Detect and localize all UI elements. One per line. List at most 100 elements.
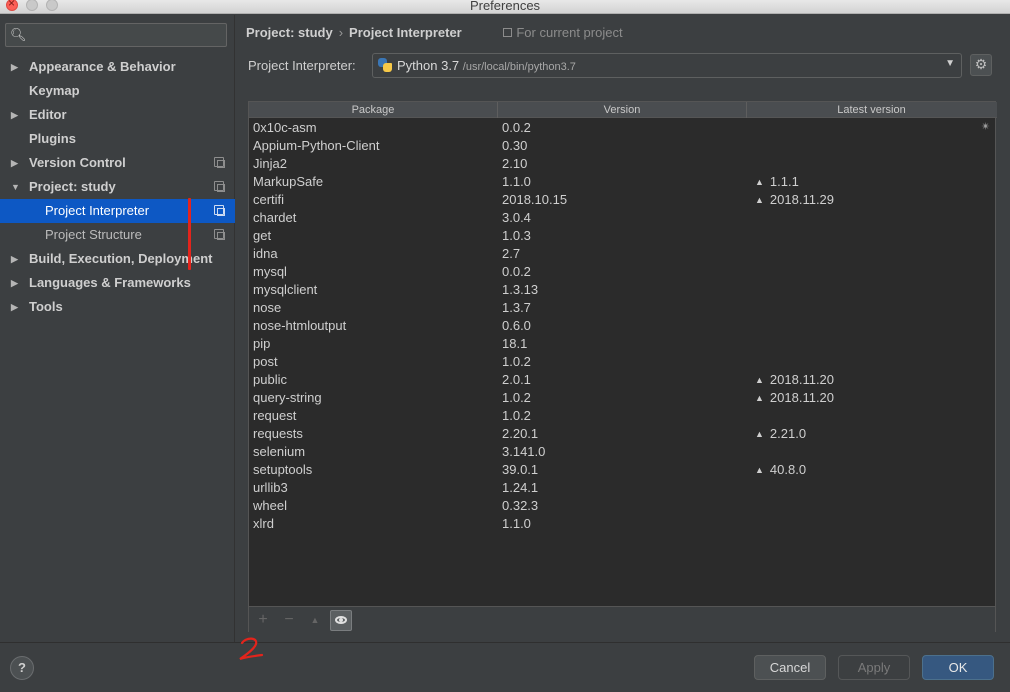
package-version: 3.0.4 xyxy=(502,210,531,225)
package-name: Appium-Python-Client xyxy=(253,138,380,153)
window-title: Preferences xyxy=(469,0,541,13)
table-row[interactable]: get 1.0.3 xyxy=(249,227,997,245)
scope-hint: For current project xyxy=(503,25,623,40)
project-scope-icon xyxy=(214,181,225,192)
search-icon[interactable]: 🔍︎ xyxy=(10,27,27,43)
package-version: 1.24.1 xyxy=(502,480,539,495)
table-row[interactable]: Jinja2 2.10 xyxy=(249,155,997,173)
table-row[interactable]: xlrd 1.1.0 xyxy=(249,515,997,533)
package-version: 0.30 xyxy=(502,138,528,153)
remove-package-button[interactable]: − xyxy=(279,610,299,630)
sidebar-item-label: Keymap xyxy=(29,83,80,98)
package-version: 1.3.7 xyxy=(502,300,531,315)
package-version: 3.141.0 xyxy=(502,444,546,459)
sidebar-item-label: Languages & Frameworks xyxy=(29,275,191,290)
column-header-package[interactable]: Package xyxy=(249,102,498,118)
search-box[interactable]: 🔍︎ xyxy=(5,23,227,47)
table-row[interactable]: setuptools 39.0.1 ▲ 40.8.0 xyxy=(249,461,997,479)
loading-spinner-icon: ✴ xyxy=(981,121,991,133)
package-name: get xyxy=(253,228,272,243)
sidebar-item-tools[interactable]: ▶ Tools xyxy=(0,295,235,319)
column-header-version[interactable]: Version xyxy=(498,102,747,118)
sidebar-item-appearance-behavior[interactable]: ▶ Appearance & Behavior xyxy=(0,55,235,79)
package-version: 1.0.2 xyxy=(502,390,531,405)
table-row[interactable]: idna 2.7 xyxy=(249,245,997,263)
show-early-releases-button[interactable] xyxy=(330,610,352,631)
table-row[interactable]: mysql 0.0.2 xyxy=(249,263,997,281)
table-row[interactable]: chardet 3.0.4 xyxy=(249,209,997,227)
table-row[interactable]: Appium-Python-Client 0.30 xyxy=(249,137,997,155)
package-name: wheel xyxy=(253,498,287,513)
upgrade-available-icon: ▲ xyxy=(755,375,764,385)
chevron-right-icon[interactable]: ▶ xyxy=(11,103,18,127)
project-scope-icon xyxy=(214,205,225,216)
ok-button[interactable]: OK xyxy=(922,655,994,680)
chevron-right-icon[interactable]: ▶ xyxy=(11,151,18,175)
table-row[interactable]: certifi 2018.10.15 ▲ 2018.11.29 xyxy=(249,191,997,209)
sidebar-item-plugins[interactable]: Plugins xyxy=(0,127,235,151)
upgrade-package-button[interactable]: ▲ xyxy=(305,610,325,630)
package-name: chardet xyxy=(253,210,297,225)
chevron-right-icon[interactable]: ▶ xyxy=(11,271,18,295)
sidebar-item-build-execution-deployment[interactable]: ▶ Build, Execution, Deployment xyxy=(0,247,235,271)
help-button[interactable]: ? xyxy=(10,656,34,680)
sidebar-item-project-interpreter[interactable]: Project Interpreter xyxy=(0,199,235,223)
table-row[interactable]: wheel 0.32.3 xyxy=(249,497,997,515)
sidebar-item-label: Editor xyxy=(29,107,67,122)
package-version: 0.0.2 xyxy=(502,264,531,279)
package-name: post xyxy=(253,354,278,369)
latest-version-value: 1.1.1 xyxy=(769,174,799,189)
sidebar-item-label: Appearance & Behavior xyxy=(29,59,176,74)
interpreter-settings-button[interactable]: ⚙ xyxy=(970,54,992,76)
package-name: selenium xyxy=(253,444,306,459)
package-version: 2.0.1 xyxy=(502,372,531,387)
search-input[interactable] xyxy=(32,26,222,44)
sidebar-item-version-control[interactable]: ▶ Version Control xyxy=(0,151,235,175)
breadcrumb-parent[interactable]: Project: study xyxy=(246,25,333,40)
table-body: 0x10c-asm 0.0.2 ✴ Appium-Python-Client 0.30 J… xyxy=(249,119,997,533)
latest-version-value: 40.8.0 xyxy=(769,462,807,477)
red-annotation-mark xyxy=(239,637,264,661)
sidebar-item-project-study[interactable]: ▼ Project: study xyxy=(0,175,235,199)
table-row[interactable]: request 1.0.2 xyxy=(249,407,997,425)
sidebar-item-languages-frameworks[interactable]: ▶ Languages & Frameworks xyxy=(0,271,235,295)
table-row[interactable]: query-string 1.0.2 ▲ 2018.11.20 xyxy=(249,389,997,407)
package-version: 0.32.3 xyxy=(502,498,539,513)
column-header-latest-version[interactable]: Latest version xyxy=(747,102,996,118)
table-row[interactable]: nose-htmloutput 0.6.0 xyxy=(249,317,997,335)
table-row[interactable]: urllib3 1.24.1 xyxy=(249,479,997,497)
sidebar-item-keymap[interactable]: Keymap xyxy=(0,79,235,103)
breadcrumb: Project: study › Project Interpreter For c… xyxy=(246,25,623,43)
table-row[interactable]: selenium 3.141.0 xyxy=(249,443,997,461)
interpreter-value: Python 3.7 /usr/local/bin/python3.7 xyxy=(397,58,576,73)
chevron-down-icon[interactable]: ▼ xyxy=(11,175,20,199)
add-package-button[interactable]: + xyxy=(253,610,273,630)
chevron-right-icon[interactable]: ▶ xyxy=(11,295,18,319)
upgrade-available-icon: ▲ xyxy=(755,177,764,187)
table-row[interactable]: MarkupSafe 1.1.0 ▲ 1.1.1 xyxy=(249,173,997,191)
table-row[interactable]: 0x10c-asm 0.0.2 ✴ xyxy=(249,119,997,137)
package-version: 18.1 xyxy=(502,336,528,351)
chevron-down-icon[interactable]: ▼ xyxy=(945,58,955,69)
sidebar-item-project-structure[interactable]: Project Structure xyxy=(0,223,235,247)
chevron-right-icon[interactable]: ▶ xyxy=(11,55,18,79)
interpreter-dropdown[interactable]: Python 3.7 /usr/local/bin/python3.7 ▼ xyxy=(372,53,962,78)
cancel-button[interactable]: Cancel xyxy=(754,655,826,680)
chevron-right-icon[interactable]: ▶ xyxy=(11,247,18,271)
table-row[interactable]: mysqlclient 1.3.13 xyxy=(249,281,997,299)
package-version: 39.0.1 xyxy=(502,462,539,477)
apply-button[interactable]: Apply xyxy=(838,655,910,680)
package-version: 2.10 xyxy=(502,156,528,171)
sidebar-item-label: Plugins xyxy=(29,131,76,146)
table-row[interactable]: post 1.0.2 xyxy=(249,353,997,371)
table-row[interactable]: requests 2.20.1 ▲ 2.21.0 xyxy=(249,425,997,443)
sidebar-item-label: Tools xyxy=(29,299,63,314)
package-name: request xyxy=(253,408,297,423)
table-row[interactable]: public 2.0.1 ▲ 2018.11.20 xyxy=(249,371,997,389)
table-row[interactable]: pip 18.1 xyxy=(249,335,997,353)
package-name: xlrd xyxy=(253,516,274,531)
table-row[interactable]: nose 1.3.7 xyxy=(249,299,997,317)
sidebar-item-editor[interactable]: ▶ Editor xyxy=(0,103,235,127)
package-name: Jinja2 xyxy=(253,156,287,171)
latest-version-value: 2.21.0 xyxy=(769,426,807,441)
